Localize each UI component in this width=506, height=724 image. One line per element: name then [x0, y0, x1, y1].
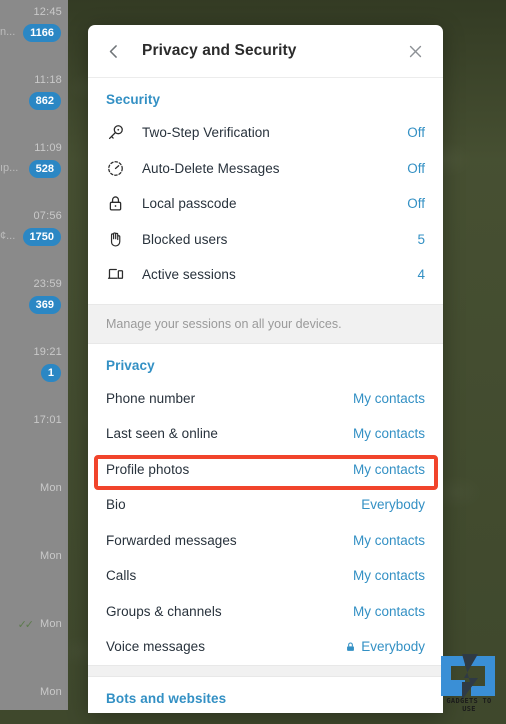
row-value: My contacts — [352, 532, 425, 548]
chat-timestamp: 12:45 — [33, 6, 62, 18]
row-calls[interactable]: Calls My contacts — [88, 558, 443, 594]
row-value-group: Everybody — [345, 639, 425, 654]
row-value: Off — [407, 196, 425, 212]
privacy-section-heading: Privacy — [106, 357, 155, 373]
row-label: Two-Step Verification — [142, 125, 270, 141]
row-label: Voice messages — [106, 639, 206, 655]
chat-timestamp: Mon — [40, 482, 62, 494]
unread-badge: 1 — [40, 364, 61, 382]
chat-timestamp: 11:18 — [34, 74, 62, 86]
row-value: 5 — [417, 231, 425, 247]
chat-list-item[interactable]: 12:45 n... 1166 — [0, 0, 68, 68]
sessions-info-text: Manage your sessions on all your devices… — [88, 303, 443, 344]
row-label: Blocked users — [142, 231, 228, 247]
chat-list-item[interactable]: Mon — [0, 476, 68, 544]
read-receipt-icon: ✓✓ — [17, 619, 35, 631]
lock-icon — [106, 194, 130, 213]
row-label: Forwarded messages — [106, 532, 237, 548]
row-active-sessions[interactable]: Active sessions 4 — [88, 257, 443, 293]
chat-list-item[interactable]: 17:01 — [0, 408, 68, 476]
chat-list-item[interactable]: Mon — [0, 680, 68, 710]
row-voice-messages[interactable]: Voice messages Everybody — [88, 629, 443, 665]
key-icon — [106, 123, 130, 142]
row-value: My contacts — [352, 461, 425, 477]
watermark-text: GADGETS TO USE — [446, 697, 492, 713]
devices-icon — [106, 265, 130, 284]
row-value: Off — [407, 125, 425, 141]
chat-list-item[interactable]: Mon — [0, 544, 68, 612]
row-label: Local passcode — [142, 196, 237, 212]
chat-timestamp: Mon — [40, 550, 62, 562]
gadgets-to-use-watermark: GADGETS TO USE — [438, 652, 500, 714]
chat-list-item[interactable]: 23:59 369 — [0, 272, 68, 340]
row-value: My contacts — [352, 390, 425, 406]
chat-timestamp: 19:21 — [33, 346, 62, 358]
unread-badge: 1750 — [22, 228, 61, 246]
row-value: My contacts — [352, 603, 425, 619]
chat-preview-text: ¢... — [0, 230, 16, 242]
row-value: 4 — [417, 267, 425, 283]
chat-list-item[interactable]: 11:18 862 — [0, 68, 68, 136]
chat-timestamp: 23:59 — [33, 278, 62, 290]
row-groups-and-channels[interactable]: Groups & channels My contacts — [88, 594, 443, 630]
row-local-passcode[interactable]: Local passcode Off — [88, 186, 443, 222]
premium-lock-icon — [345, 641, 356, 653]
close-icon[interactable] — [401, 37, 429, 65]
row-bio[interactable]: Bio Everybody — [88, 487, 443, 523]
dialog-header: Privacy and Security — [88, 25, 443, 78]
row-blocked-users[interactable]: Blocked users 5 — [88, 222, 443, 258]
unread-badge: 1166 — [23, 24, 61, 42]
row-label: Phone number — [106, 390, 196, 406]
row-auto-delete-messages[interactable]: Auto-Delete Messages Off — [88, 151, 443, 187]
row-profile-photos[interactable]: Profile photos My contacts — [88, 452, 443, 488]
row-label: Calls — [106, 568, 137, 584]
unread-badge: 528 — [28, 160, 61, 178]
row-label: Bio — [106, 497, 126, 513]
row-value: Off — [407, 160, 425, 176]
row-label: Last seen & online — [106, 426, 218, 442]
row-last-seen-online[interactable]: Last seen & online My contacts — [88, 416, 443, 452]
chat-timestamp: 07:56 — [33, 210, 62, 222]
chat-timestamp: Mon — [40, 686, 62, 698]
row-label: Auto-Delete Messages — [142, 160, 280, 176]
chat-list-sidebar[interactable]: 12:45 n... 1166 11:18 862 11:09 ıp... 52… — [0, 0, 68, 710]
privacy-and-security-dialog: Privacy and Security Security Two-Step V… — [88, 25, 443, 713]
chat-list-item[interactable]: 19:21 1 — [0, 340, 68, 408]
dialog-content: Security Two-Step Verification Off Auto-… — [88, 78, 443, 713]
security-section-heading: Security — [106, 92, 161, 107]
row-phone-number[interactable]: Phone number My contacts — [88, 381, 443, 417]
row-value: My contacts — [352, 426, 425, 442]
chat-preview-text: n... — [0, 26, 16, 38]
row-label: Groups & channels — [106, 603, 222, 619]
row-value: Everybody — [361, 497, 425, 513]
section-divider — [88, 664, 443, 677]
chat-list-item[interactable]: 11:09 ıp... 528 — [0, 136, 68, 204]
row-label: Profile photos — [106, 461, 190, 477]
unread-badge: 862 — [28, 92, 61, 110]
chat-preview-text: ıp... — [0, 162, 19, 174]
dialog-title: Privacy and Security — [142, 42, 297, 59]
row-value: My contacts — [352, 568, 425, 584]
row-value: Everybody — [361, 639, 425, 655]
chat-timestamp: 17:01 — [33, 414, 62, 426]
chat-list-item[interactable]: 07:56 ¢... 1750 — [0, 204, 68, 272]
row-two-step-verification[interactable]: Two-Step Verification Off — [88, 115, 443, 151]
chat-list-item[interactable]: ✓✓ Mon — [0, 612, 68, 680]
row-forwarded-messages[interactable]: Forwarded messages My contacts — [88, 523, 443, 559]
row-label: Active sessions — [142, 267, 236, 283]
hand-icon — [106, 230, 130, 249]
unread-badge: 369 — [28, 296, 61, 314]
bots-and-websites-heading: Bots and websites — [106, 690, 227, 706]
timer-icon — [106, 159, 130, 178]
chat-timestamp: 11:09 — [34, 142, 62, 154]
back-arrow-icon[interactable] — [100, 37, 128, 65]
chat-timestamp: Mon — [40, 618, 62, 630]
